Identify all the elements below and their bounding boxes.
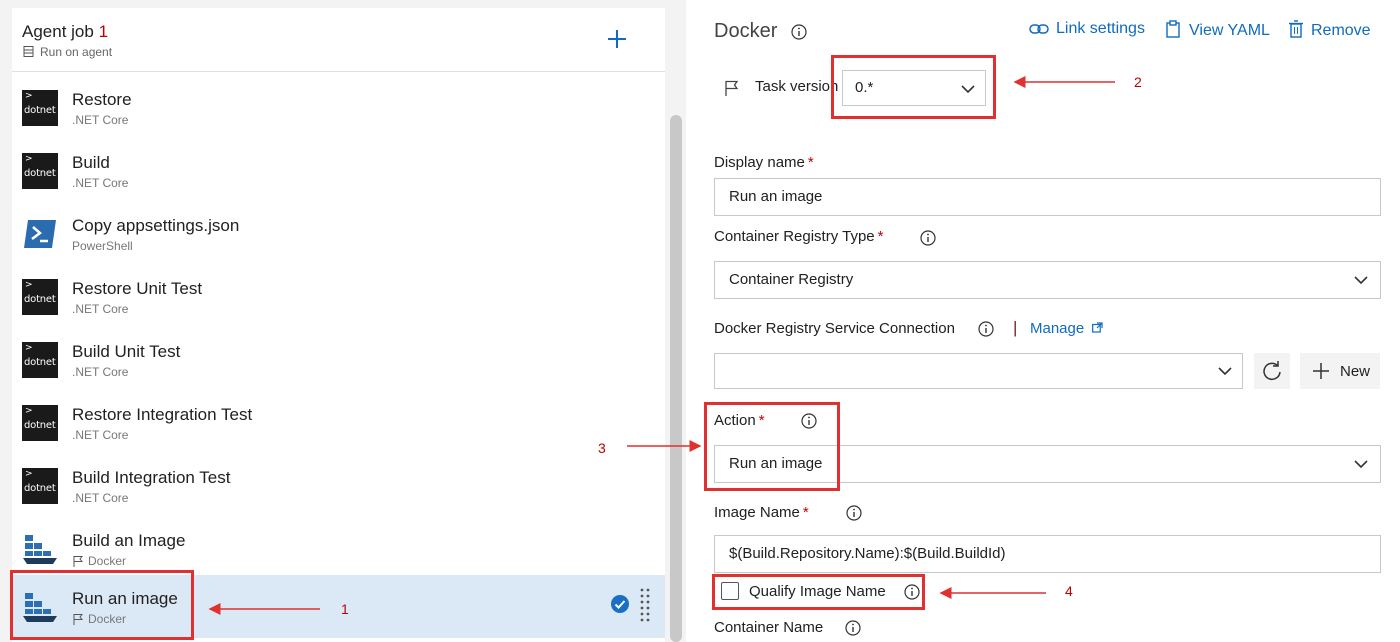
task-name: Restore: [72, 90, 132, 109]
dotnet-icon: > dotnet: [22, 153, 58, 189]
add-task-icon[interactable]: [602, 24, 632, 54]
container-registry-type-value: Container Registry: [729, 271, 854, 288]
display-name-label: Display name *: [714, 154, 814, 171]
task-settings-panel: Docker Link settings View YAML Remove Ta…: [686, 0, 1400, 642]
task-list: Agent job 1 Run on agent > dotnet Restore…: [12, 8, 665, 642]
container-registry-type-label: Container Registry Type *: [714, 228, 884, 245]
task-version-label: Task version: [755, 78, 839, 95]
task-name: Restore Integration Test: [72, 405, 253, 424]
refresh-icon: [1263, 361, 1281, 381]
image-name-value: $(Build.Repository.Name):$(Build.BuildId…: [729, 545, 1006, 562]
drag-handle-icon[interactable]: [640, 587, 650, 625]
task-name: Build Integration Test: [72, 468, 231, 487]
task-type: .NET Core: [72, 491, 129, 505]
chevron-down-icon: [1218, 367, 1232, 376]
clipboard-icon: [1166, 20, 1180, 38]
dotnet-icon: > dotnet: [22, 405, 58, 441]
annotation-callout-4: 4: [1065, 583, 1073, 599]
view-yaml-label: View YAML: [1189, 22, 1270, 39]
service-connection-label: Docker Registry Service Connection: [714, 320, 955, 337]
task-type: .NET Core: [72, 302, 129, 316]
trash-icon: [1289, 20, 1303, 38]
dotnet-icon: > dotnet: [22, 342, 58, 378]
image-name-label: Image Name *: [714, 504, 809, 521]
task-type: .NET Core: [72, 365, 129, 379]
task-type: .NET Core: [72, 113, 129, 127]
annotation-box-2: [831, 55, 996, 119]
remove-button[interactable]: Remove: [1288, 20, 1371, 40]
task-list-panel: Agent job 1 Run on agent > dotnet Restore…: [0, 0, 686, 642]
annotation-callout-2: 2: [1134, 74, 1142, 90]
info-icon[interactable]: [978, 321, 994, 337]
task-type: .NET Core: [72, 428, 129, 442]
task-name: Restore Unit Test: [72, 279, 203, 298]
annotation-callout-3: 3: [598, 440, 606, 456]
view-yaml-button[interactable]: View YAML: [1164, 20, 1270, 40]
chevron-down-icon: [1354, 460, 1368, 469]
info-icon[interactable]: [791, 24, 807, 40]
annotation-callout-1: 1: [341, 601, 349, 617]
info-icon[interactable]: [846, 505, 862, 521]
display-name-value: Run an image: [729, 188, 823, 205]
agent-job-number: 1: [98, 22, 109, 41]
annotation-box-3: [704, 402, 840, 491]
image-name-input[interactable]: $(Build.Repository.Name):$(Build.BuildId…: [714, 535, 1381, 573]
agent-job-header[interactable]: Agent job 1 Run on agent: [12, 8, 665, 72]
plus-icon: [1313, 363, 1329, 379]
task-type: .NET Core: [72, 176, 129, 190]
link-settings-button[interactable]: Link settings: [1029, 20, 1145, 38]
task-name: Build Unit Test: [72, 342, 181, 361]
link-settings-label: Link settings: [1056, 20, 1145, 37]
task-item-restore[interactable]: > dotnet Restore .NET Core: [12, 76, 665, 139]
manage-label: Manage: [1030, 320, 1085, 337]
annotation-box-1: [10, 570, 194, 640]
task-name: Copy appsettings.json: [72, 216, 240, 235]
service-connection-dropdown[interactable]: [714, 353, 1243, 389]
task-type: PowerShell: [72, 239, 133, 253]
dotnet-icon: > dotnet: [22, 90, 58, 126]
dotnet-icon: > dotnet: [22, 279, 58, 315]
annotation-box-4: [712, 574, 925, 610]
agent-job-subtitle: Run on agent: [40, 45, 113, 59]
manage-separator: |: [1013, 318, 1018, 337]
task-item-copy-appsettings[interactable]: Copy appsettings.json PowerShell: [12, 202, 665, 265]
task-item-build-integration-test[interactable]: > dotnet Build Integration Test .NET Core: [12, 454, 665, 517]
container-registry-type-dropdown[interactable]: Container Registry: [714, 261, 1381, 299]
task-name: Build: [72, 153, 110, 172]
display-name-input[interactable]: Run an image: [714, 178, 1381, 216]
task-type: Docker: [88, 554, 127, 568]
powershell-icon: [24, 220, 56, 248]
new-connection-button[interactable]: New: [1300, 353, 1380, 389]
info-icon[interactable]: [920, 230, 936, 246]
task-item-restore-integration-test[interactable]: > dotnet Restore Integration Test .NET Co…: [12, 391, 665, 454]
server-icon: [23, 46, 34, 57]
flag-icon: [73, 556, 84, 567]
external-link-icon: [1092, 322, 1103, 333]
info-icon[interactable]: [845, 620, 861, 636]
task-item-restore-unit-test[interactable]: > dotnet Restore Unit Test .NET Core: [12, 265, 665, 328]
remove-label: Remove: [1311, 22, 1371, 39]
task-item-build[interactable]: > dotnet Build .NET Core: [12, 139, 665, 202]
panel-title: Docker: [714, 20, 778, 42]
agent-job-name: Agent job: [22, 22, 94, 41]
manage-link[interactable]: Manage: [1030, 320, 1103, 337]
flag-icon: [725, 80, 739, 96]
new-connection-label: New: [1340, 363, 1371, 380]
link-icon: [1029, 24, 1049, 34]
scrollbar-thumb[interactable]: [670, 115, 682, 642]
task-name: Build an Image: [72, 531, 186, 550]
container-name-label: Container Name: [714, 619, 824, 636]
dotnet-icon: > dotnet: [22, 468, 58, 504]
docker-icon: [23, 535, 57, 564]
refresh-button[interactable]: [1254, 353, 1290, 389]
task-item-build-unit-test[interactable]: > dotnet Build Unit Test .NET Core: [12, 328, 665, 391]
check-circle-icon: [611, 595, 629, 613]
chevron-down-icon: [1354, 276, 1368, 285]
agent-job-title: Agent job 1: [22, 22, 108, 42]
